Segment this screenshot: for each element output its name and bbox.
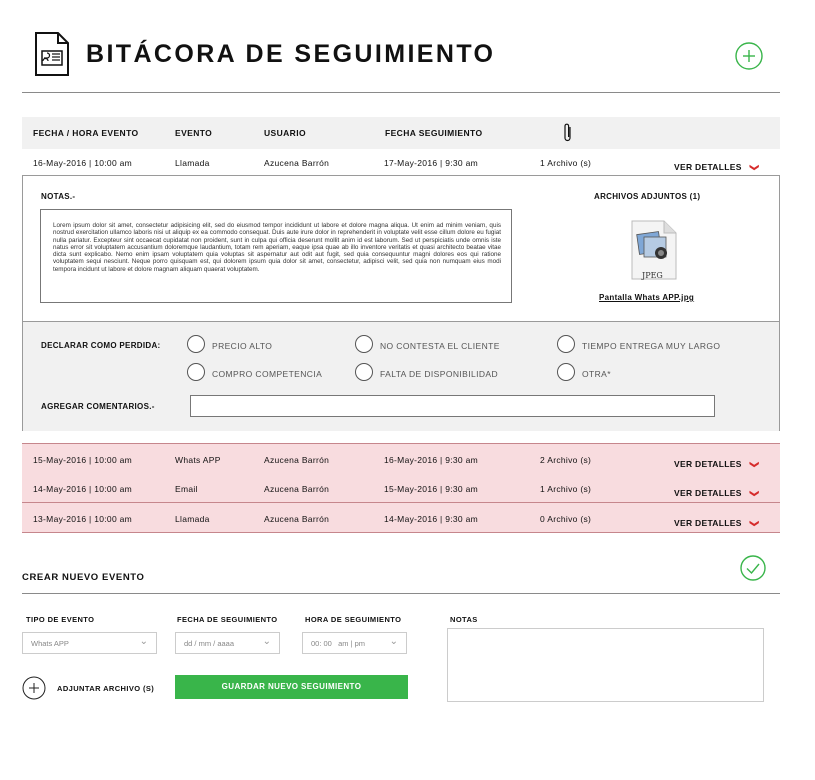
column-evento: EVENTO xyxy=(175,128,213,138)
tipo-label: TIPO DE EVENTO xyxy=(26,615,95,624)
chevron-down-icon: ❮ xyxy=(748,460,759,469)
details-toggle[interactable]: VER DETALLES ❮ xyxy=(674,513,758,531)
radio-precio-alto[interactable] xyxy=(187,335,205,353)
paperclip-icon xyxy=(563,122,573,149)
column-seguimiento: FECHA SEGUIMIENTO xyxy=(385,128,483,138)
radio-otra[interactable] xyxy=(557,363,575,381)
details-label: VER DETALLES xyxy=(674,459,742,469)
row-fecha: 14-May-2016 | 10:00 am xyxy=(33,484,133,494)
details-toggle[interactable]: VER DETALLES ❮ xyxy=(674,483,758,501)
row-fecha: 16-May-2016 | 10:00 am xyxy=(33,158,133,168)
hora-placeholder: 00: 00 am | pm xyxy=(311,639,366,648)
row-fecha: 13-May-2016 | 10:00 am xyxy=(33,514,133,524)
details-label: VER DETALLES xyxy=(674,162,742,172)
radio-label: TIEMPO ENTREGA MUY LARGO xyxy=(582,341,721,351)
row-archivos: 1 Archivo (s) xyxy=(540,484,592,494)
tipo-select[interactable]: Whats APP ⌄ xyxy=(22,632,157,654)
check-circle-icon xyxy=(740,555,766,581)
row-seguimiento: 16-May-2016 | 9:30 am xyxy=(384,455,479,465)
file-name-link[interactable]: Pantalla Whats APP.jpg xyxy=(599,293,694,302)
plus-circle-icon xyxy=(22,676,46,700)
row-archivos: 0 Archivo (s) xyxy=(540,514,592,524)
details-label: VER DETALLES xyxy=(674,488,742,498)
chevron-down-icon: ⌄ xyxy=(139,636,148,647)
row-seguimiento: 14-May-2016 | 9:30 am xyxy=(384,514,479,524)
notes-box: Lorem ipsum dolor sit amet, consectetur … xyxy=(40,209,512,303)
chevron-down-icon: ⌄ xyxy=(389,636,398,647)
comments-label: AGREGAR COMENTARIOS.- xyxy=(41,402,155,411)
fecha-placeholder: dd / mm / aaaa xyxy=(184,639,235,648)
details-toggle[interactable]: VER DETALLES ❮ xyxy=(674,454,758,472)
notes-text: Lorem ipsum dolor sit amet, consectetur … xyxy=(53,222,501,273)
chevron-down-icon: ❮ xyxy=(748,489,759,498)
attachments-label: ARCHIVOS ADJUNTOS (1) xyxy=(594,192,701,201)
tipo-value: Whats APP xyxy=(31,639,69,648)
radio-label: COMPRO COMPETENCIA xyxy=(212,369,323,379)
hora-input[interactable]: 00: 00 am | pm ⌄ xyxy=(302,632,407,654)
details-label: VER DETALLES xyxy=(674,518,742,528)
row-archivos: 2 Archivo (s) xyxy=(540,455,592,465)
attach-file-label[interactable]: ADJUNTAR ARCHIVO (S) xyxy=(57,684,154,693)
chevron-down-icon: ❮ xyxy=(748,519,759,528)
details-toggle[interactable]: VER DETALLES ❮ xyxy=(674,157,758,175)
notas-textarea[interactable] xyxy=(447,628,764,702)
table-row[interactable]: 13-May-2016 | 10:00 am Llamada Azucena B… xyxy=(22,503,780,533)
document-attachment-icon xyxy=(34,31,70,77)
table-row[interactable]: 15-May-2016 | 10:00 am Whats APP Azucena… xyxy=(22,443,780,474)
column-usuario: USUARIO xyxy=(264,128,306,138)
radio-tiempo-entrega[interactable] xyxy=(557,335,575,353)
new-event-title: CREAR NUEVO EVENTO xyxy=(22,572,145,583)
radio-falta-disponibilidad[interactable] xyxy=(355,363,373,381)
row-archivos: 1 Archivo (s) xyxy=(540,158,592,168)
row-evento: Whats APP xyxy=(175,455,221,465)
row-usuario: Azucena Barrón xyxy=(264,514,330,524)
radio-label: PRECIO ALTO xyxy=(212,341,273,351)
add-event-button[interactable] xyxy=(735,42,763,70)
attach-file-button[interactable] xyxy=(22,676,46,700)
plus-circle-icon xyxy=(735,42,763,70)
fecha-input[interactable]: dd / mm / aaaa ⌄ xyxy=(175,632,280,654)
chevron-down-icon: ❮ xyxy=(748,163,759,172)
lost-label: DECLARAR COMO PERDIDA: xyxy=(41,341,161,350)
column-fecha: FECHA / HORA EVENTO xyxy=(33,128,139,138)
notes-label: NOTAS.- xyxy=(41,192,76,201)
page-title: BITÁCORA DE SEGUIMIENTO xyxy=(86,40,496,68)
fecha-label: FECHA DE SEGUIMIENTO xyxy=(177,615,278,624)
row-fecha: 15-May-2016 | 10:00 am xyxy=(33,455,133,465)
row-usuario: Azucena Barrón xyxy=(264,484,330,494)
confirm-button[interactable] xyxy=(740,555,766,581)
radio-no-contesta[interactable] xyxy=(355,335,373,353)
radio-label: FALTA DE DISPONIBILIDAD xyxy=(380,369,498,379)
row-usuario: Azucena Barrón xyxy=(264,158,330,168)
table-row-expanded[interactable]: 16-May-2016 | 10:00 am Llamada Azucena B… xyxy=(22,150,780,174)
new-event-divider xyxy=(22,593,780,594)
hora-label: HORA DE SEGUIMIENTO xyxy=(305,615,402,624)
row-evento: Llamada xyxy=(175,158,210,168)
table-row[interactable]: 14-May-2016 | 10:00 am Email Azucena Bar… xyxy=(22,473,780,503)
row-usuario: Azucena Barrón xyxy=(264,455,330,465)
row-seguimiento: 17-May-2016 | 9:30 am xyxy=(384,158,479,168)
save-event-button[interactable]: GUARDAR NUEVO SEGUIMIENTO xyxy=(175,675,408,699)
table-header: FECHA / HORA EVENTO EVENTO USUARIO FECHA… xyxy=(22,117,780,149)
radio-label: OTRA* xyxy=(582,369,611,379)
header-divider xyxy=(22,92,780,93)
radio-compro-competencia[interactable] xyxy=(187,363,205,381)
row-evento: Llamada xyxy=(175,514,210,524)
comments-input[interactable] xyxy=(190,395,715,417)
file-type-label: JPEG xyxy=(642,271,663,280)
notas-label: NOTAS xyxy=(450,615,478,624)
chevron-down-icon: ⌄ xyxy=(262,636,271,647)
radio-label: NO CONTESTA EL CLIENTE xyxy=(380,341,500,351)
row-seguimiento: 15-May-2016 | 9:30 am xyxy=(384,484,479,494)
row-evento: Email xyxy=(175,484,198,494)
